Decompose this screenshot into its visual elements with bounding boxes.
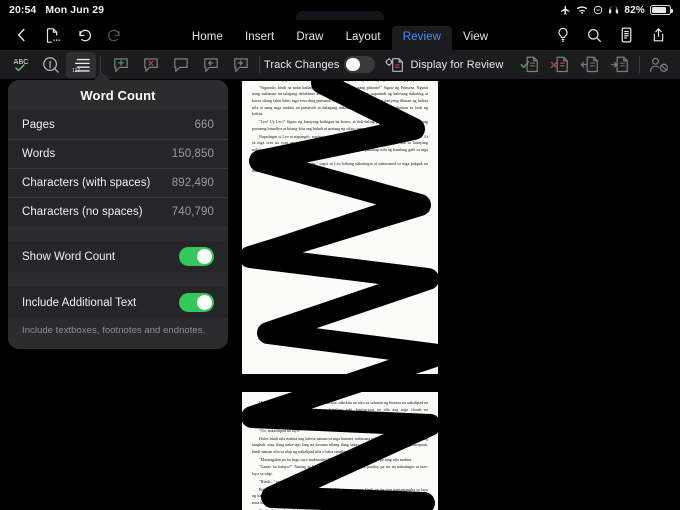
paragraph: "Gaano ba kalayo?" Tanong ni Leo muli sa… xyxy=(252,464,428,477)
accept-change-button[interactable] xyxy=(515,52,545,78)
tab-draw[interactable]: Draw xyxy=(285,26,334,50)
stat-value: 660 xyxy=(194,118,214,131)
share-button[interactable] xyxy=(645,22,672,48)
battery-icon xyxy=(650,5,673,15)
mobile-view-button[interactable] xyxy=(613,22,640,48)
show-comments-button[interactable] xyxy=(165,52,195,78)
paragraph: "Matatagalan pa ba bago tayo makarating?… xyxy=(259,456,413,462)
popover-arrow xyxy=(93,72,111,81)
page-1-text: ume-echo sa buong gubat, kasabay sa mga … xyxy=(242,81,438,174)
show-word-count-label: Show Word Count xyxy=(22,250,116,263)
headphones-icon xyxy=(608,5,619,15)
thesaurus-button[interactable] xyxy=(36,52,66,78)
paragraph: Halos hindi nila makita ang kalesa naman… xyxy=(252,435,428,454)
document-page-2[interactable]: Hindi siya makapaniwala na nakalilipad n… xyxy=(242,392,438,510)
ribbon-tabs: Home Insert Draw Layout Review View xyxy=(181,20,499,50)
search-button[interactable] xyxy=(581,22,608,48)
stat-row-characters-with-spaces: Characters (with spaces) 892,490 xyxy=(8,168,228,197)
display-for-review-button[interactable] xyxy=(380,52,410,78)
panel-divider xyxy=(8,226,228,241)
stat-label: Characters (with spaces) xyxy=(22,177,151,189)
paragraph: "Leo! Uy Leo!" Sigaw ng kaniyang kaibiga… xyxy=(252,119,428,131)
do-not-disturb-icon xyxy=(593,5,603,15)
svg-text:ABC: ABC xyxy=(14,57,29,66)
stat-value: 892,490 xyxy=(171,177,214,189)
tab-layout[interactable]: Layout xyxy=(335,26,392,50)
paragraph: Napatingin si Leo at napangiti; naging t… xyxy=(252,133,428,159)
battery-percent-label: 82% xyxy=(624,4,645,16)
page-2-text: Hindi siya makapaniwala na nakalilipad n… xyxy=(242,392,438,510)
previous-comment-button[interactable] xyxy=(195,52,225,78)
tab-insert[interactable]: Insert xyxy=(234,26,285,50)
paragraph: ume-echo sa buong gubat, kasabay sa mga … xyxy=(252,81,428,84)
redo-button[interactable] xyxy=(101,22,128,48)
paragraph: Baka hindi na pala maabutan nila si Apo … xyxy=(252,486,428,505)
tab-view[interactable]: View xyxy=(452,26,499,50)
word-count-panel: Word Count Pages 660 Words 150,850 Chara… xyxy=(8,80,228,349)
delete-comment-button[interactable] xyxy=(135,52,165,78)
track-changes-label: Track Changes xyxy=(264,58,340,71)
paragraph: "Hindi..." sagot naman niya. xyxy=(259,478,306,484)
next-comment-button[interactable] xyxy=(225,52,255,78)
back-button[interactable] xyxy=(8,22,35,48)
stat-row-pages: Pages 660 xyxy=(8,110,228,139)
tell-me-button[interactable] xyxy=(549,22,576,48)
include-additional-text-label: Include Additional Text xyxy=(22,296,137,309)
stat-label: Words xyxy=(22,148,56,160)
panel-divider xyxy=(8,272,228,287)
block-authors-button[interactable] xyxy=(644,52,674,78)
stat-row-characters-no-spaces: Characters (no spaces) 740,790 xyxy=(8,197,228,226)
tab-home[interactable]: Home xyxy=(181,26,234,50)
display-for-review-label: Display for Review xyxy=(410,58,504,71)
stat-value: 150,850 xyxy=(171,148,214,160)
file-menu-button[interactable] xyxy=(39,22,66,48)
include-additional-text-toggle[interactable] xyxy=(179,293,214,312)
word-count-button[interactable]: 123 xyxy=(66,51,96,78)
status-date: Mon Jun 29 xyxy=(45,4,105,16)
wifi-icon xyxy=(576,5,588,16)
show-word-count-row[interactable]: Show Word Count xyxy=(8,241,228,272)
paragraph: "Sigurado, hindi na natin kailangan pang… xyxy=(252,84,428,117)
ribbon-bar: Home Insert Draw Layout Review View xyxy=(0,20,680,50)
word-count-stats: Pages 660 Words 150,850 Characters (with… xyxy=(8,110,228,226)
include-additional-text-row[interactable]: Include Additional Text xyxy=(8,287,228,318)
status-time: 20:54 xyxy=(9,4,37,16)
document-page-1[interactable]: ume-echo sa buong gubat, kasabay sa mga … xyxy=(242,81,438,374)
paragraph: "Oo, nakalilipad na tayo!" xyxy=(259,427,302,433)
previous-change-button[interactable] xyxy=(575,52,605,78)
track-changes-toggle[interactable] xyxy=(344,56,376,73)
svg-text:123: 123 xyxy=(72,68,81,74)
stat-row-words: Words 150,850 xyxy=(8,139,228,168)
panel-title: Word Count xyxy=(8,80,228,110)
reject-change-button[interactable] xyxy=(545,52,575,78)
spelling-check-button[interactable]: ABC xyxy=(6,52,36,78)
stat-label: Pages xyxy=(22,118,55,131)
stat-label: Characters (no spaces) xyxy=(22,206,143,218)
paragraph: "Hindi, ngunit nagsisimula pa rin," sago… xyxy=(252,161,428,173)
undo-button[interactable] xyxy=(70,22,97,48)
airplane-mode-icon xyxy=(560,5,571,16)
next-change-button[interactable] xyxy=(605,52,635,78)
tab-review[interactable]: Review xyxy=(391,26,453,50)
paragraph: Hindi siya makapaniwala na nakalilipad n… xyxy=(252,400,428,425)
stat-value: 740,790 xyxy=(171,206,214,218)
show-word-count-toggle[interactable] xyxy=(179,247,214,266)
include-additional-text-note: Include textboxes, footnotes and endnote… xyxy=(8,318,228,349)
